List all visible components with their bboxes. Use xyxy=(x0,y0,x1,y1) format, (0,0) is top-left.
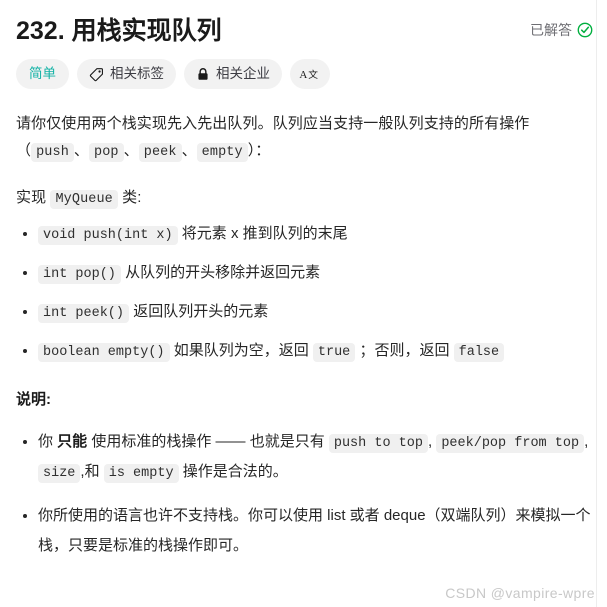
tag-icon xyxy=(89,67,104,82)
code-push: push xyxy=(31,143,74,162)
code-peek-pop-from-top: peek/pop from top xyxy=(436,434,585,453)
list-item: int pop() 从队列的开头移除并返回元素 xyxy=(16,259,591,286)
code-true: true xyxy=(312,343,356,362)
problem-header: 232. 用栈实现队列 已解答 xyxy=(0,0,607,48)
related-tags-label: 相关标签 xyxy=(110,66,164,81)
badge-row: 简单 相关标签 相关企业 A 文 xyxy=(0,48,607,89)
code-size: size xyxy=(38,464,81,483)
status-badge: 已解答 xyxy=(530,22,593,38)
code-push-to-top: push to top xyxy=(328,434,428,453)
problem-page: 232. 用栈实现队列 已解答 简单 相关标签 相关企业 A 文 请你仅使用两个… xyxy=(0,0,607,607)
note-text-2: 使用标准的栈操作 —— 也就是只有 xyxy=(87,433,329,450)
implement-paragraph: 实现 MyQueue 类: xyxy=(16,184,591,211)
lock-icon xyxy=(196,67,210,82)
method-signature: void push(int x) xyxy=(38,226,178,245)
list-item: boolean empty() 如果队列为空，返回 true ；否则，返回 fa… xyxy=(16,337,591,364)
code-false: false xyxy=(453,343,505,362)
method-description-mid: ；否则，返回 xyxy=(355,342,454,359)
intro-paragraph: 请你仅使用两个栈实现先入先出队列。队列应当支持一般队列支持的所有操作（ push、… xyxy=(16,110,591,164)
intro-text-2: ）： xyxy=(247,142,271,159)
separator-3: 、 xyxy=(181,142,197,159)
method-description: 从队列的开头移除并返回元素 xyxy=(125,264,321,281)
method-description-before: 如果队列为空，返回 xyxy=(173,342,313,359)
list-item: void push(int x) 将元素 x 推到队列的末尾 xyxy=(16,220,591,247)
implement-suffix: 类: xyxy=(117,189,142,206)
code-is-empty: is empty xyxy=(103,464,179,483)
code-myqueue: MyQueue xyxy=(50,190,118,209)
page-title: 232. 用栈实现队列 xyxy=(16,17,222,45)
note-comma-2: , xyxy=(584,433,589,450)
watermark: CSDN @vampire-wpre xyxy=(445,585,595,601)
notes-heading: 说明: xyxy=(16,391,51,408)
related-companies-label: 相关企业 xyxy=(216,66,270,81)
method-signature: int pop() xyxy=(38,265,121,284)
svg-text:文: 文 xyxy=(308,68,318,81)
code-peek: peek xyxy=(138,143,182,162)
method-signature: int peek() xyxy=(38,304,130,323)
translate-button[interactable]: A 文 xyxy=(290,59,330,89)
implement-prefix: 实现 xyxy=(16,189,51,206)
related-tags-button[interactable]: 相关标签 xyxy=(77,59,176,89)
code-empty: empty xyxy=(196,143,248,162)
list-item: 你 只能 使用标准的栈操作 —— 也就是只有 push to top, peek… xyxy=(16,427,591,487)
related-companies-button[interactable]: 相关企业 xyxy=(184,59,282,89)
note-text-4: 操作是合法的。 xyxy=(178,463,288,480)
translate-icon: A 文 xyxy=(299,66,321,82)
list-item: int peek() 返回队列开头的元素 xyxy=(16,298,591,325)
problem-description: 请你仅使用两个栈实现先入先出队列。队列应当支持一般队列支持的所有操作（ push、… xyxy=(0,110,607,561)
separator-1: 、 xyxy=(73,142,90,159)
separator-2: 、 xyxy=(123,142,139,159)
note-emphasis: 只能 xyxy=(57,433,88,450)
panel-edge-divider xyxy=(596,0,597,607)
solved-label: 已解答 xyxy=(530,22,572,38)
notes-list: 你 只能 使用标准的栈操作 —— 也就是只有 push to top, peek… xyxy=(16,427,591,561)
note-text-3: 和 xyxy=(84,463,104,480)
note-text-1: 你 xyxy=(38,433,58,450)
method-signature: boolean empty() xyxy=(38,343,170,362)
code-pop: pop xyxy=(89,143,124,162)
list-item: 你所使用的语言也许不支持栈。你可以使用 list 或者 deque（双端队列）来… xyxy=(16,501,591,561)
difficulty-badge[interactable]: 简单 xyxy=(16,59,69,89)
note-text-language: 你所使用的语言也许不支持栈。你可以使用 list 或者 deque（双端队列）来… xyxy=(38,507,591,554)
method-description: 将元素 x 推到队列的末尾 xyxy=(181,225,348,242)
difficulty-label: 简单 xyxy=(29,66,56,81)
svg-text:A: A xyxy=(299,69,307,81)
check-circle-icon xyxy=(577,22,593,38)
method-list: void push(int x) 将元素 x 推到队列的末尾 int pop()… xyxy=(16,220,591,364)
method-description: 返回队列开头的元素 xyxy=(133,303,269,320)
